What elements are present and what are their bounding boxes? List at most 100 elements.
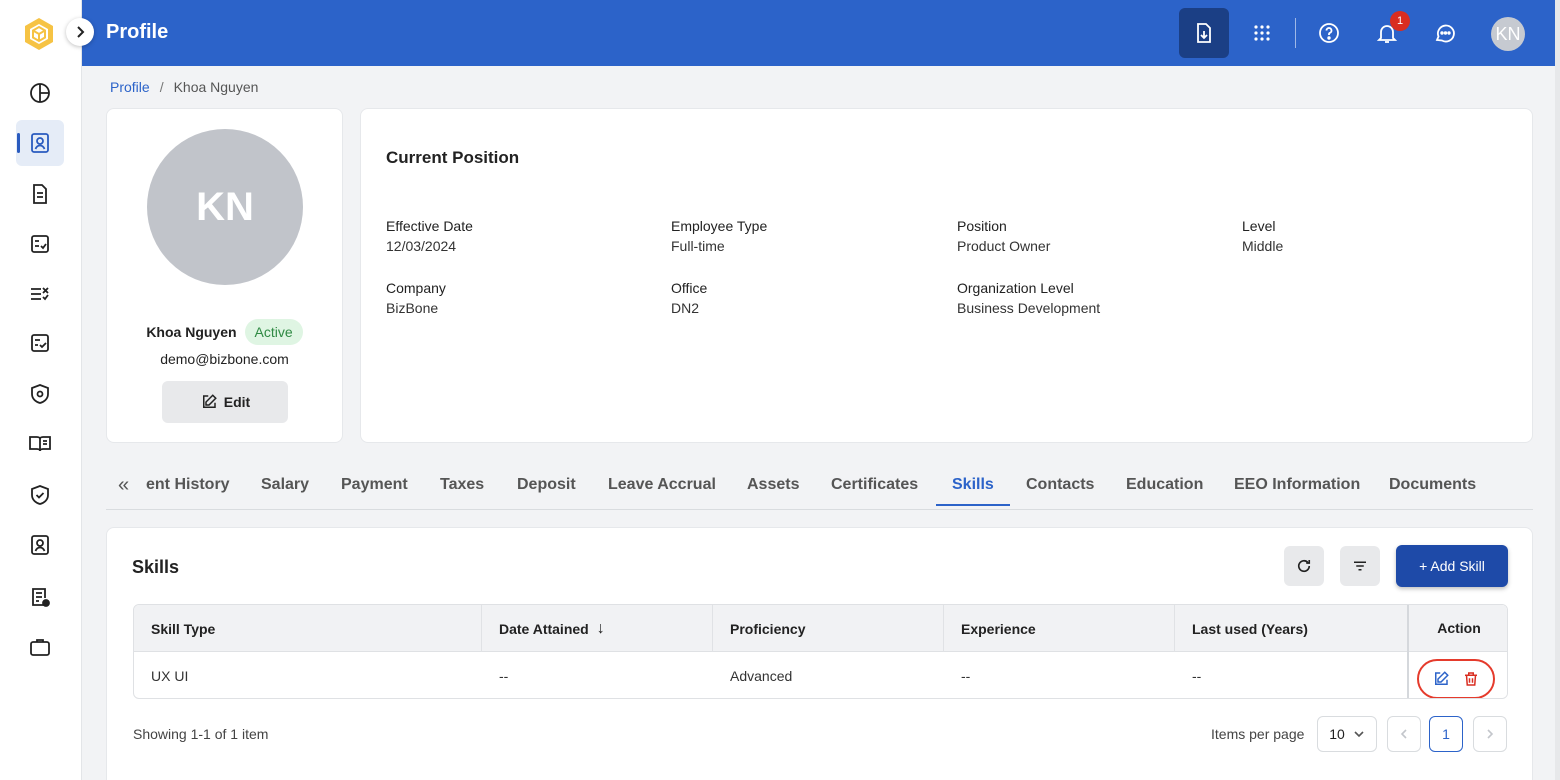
field-label: Office: [671, 280, 708, 296]
security-badge-icon: [31, 384, 49, 404]
sidebar-item-handbook[interactable]: [16, 421, 64, 467]
sidebar-item-jobs[interactable]: [16, 624, 64, 670]
column-header-last-used[interactable]: Last used (Years): [1175, 605, 1407, 652]
tabs-scroll-left-button[interactable]: «: [118, 474, 129, 497]
sidebar-item-reports[interactable]: [16, 574, 64, 620]
column-header-date-attained[interactable]: Date Attained ↓: [482, 605, 713, 652]
skills-card: Skills + Add Skill Skill Type Date Attai…: [106, 527, 1533, 780]
field-value: 12/03/2024: [386, 238, 457, 254]
breadcrumb: Profile / Khoa Nguyen: [110, 79, 258, 95]
field-label: Effective Date: [386, 218, 473, 234]
tab-salary[interactable]: Salary: [261, 476, 309, 494]
tab-leave-accrual[interactable]: Leave Accrual: [608, 476, 716, 494]
tab-deposit[interactable]: Deposit: [517, 476, 576, 494]
dashboard-icon: [30, 83, 50, 103]
tab-taxes[interactable]: Taxes: [440, 476, 484, 494]
filter-button[interactable]: [1340, 546, 1380, 586]
field-position: Position Product Owner: [957, 218, 1050, 254]
row-actions: [1417, 659, 1495, 698]
tab-contacts[interactable]: Contacts: [1026, 476, 1094, 494]
sidebar-item-tasks[interactable]: [16, 271, 64, 317]
column-header-skill-type[interactable]: Skill Type: [134, 605, 482, 652]
sidebar-item-dashboard[interactable]: [16, 70, 64, 116]
field-office: Office DN2: [671, 280, 707, 316]
id-card-icon: [31, 535, 49, 555]
refresh-icon: [1297, 559, 1311, 573]
table-header: Skill Type Date Attained ↓ Proficiency E…: [134, 605, 1507, 652]
checklist-icon: [31, 235, 49, 253]
field-value: Middle: [1242, 238, 1284, 254]
column-header-proficiency[interactable]: Proficiency: [713, 605, 944, 652]
tab-employment-history[interactable]: ent History: [146, 476, 230, 494]
scrollbar[interactable]: [1555, 0, 1560, 780]
page-button-current[interactable]: 1: [1429, 716, 1463, 752]
cell-last-used: --: [1192, 667, 1202, 684]
edit-icon[interactable]: [1432, 670, 1450, 688]
sidebar-item-profile[interactable]: [16, 120, 64, 166]
active-tab-indicator: [936, 504, 1010, 506]
field-label: Organization Level: [957, 280, 1074, 296]
help-button[interactable]: [1304, 8, 1354, 58]
sidebar-item-security[interactable]: [16, 371, 64, 417]
field-label: Position: [957, 218, 1007, 234]
notification-badge: 1: [1390, 11, 1410, 31]
sidebar-item-employees[interactable]: [16, 522, 64, 568]
column-header-action: Action: [1409, 605, 1507, 652]
edit-icon: [202, 394, 217, 408]
skills-table: Skill Type Date Attained ↓ Proficiency E…: [133, 604, 1508, 699]
filter-icon: [1354, 561, 1366, 571]
chevron-right-icon: [77, 26, 85, 38]
tab-education[interactable]: Education: [1126, 476, 1203, 494]
trash-icon[interactable]: [1462, 670, 1480, 688]
shield-check-icon: [31, 485, 49, 505]
app-logo[interactable]: [22, 16, 56, 52]
sidebar-item-approvals[interactable]: [16, 320, 64, 366]
expand-sidebar-button[interactable]: [66, 18, 94, 46]
field-value: Business Development: [957, 300, 1101, 316]
pagination-summary: Showing 1-1 of 1 item: [133, 726, 269, 742]
briefcase-icon: [30, 639, 50, 656]
tab-payment[interactable]: Payment: [341, 476, 408, 494]
add-skill-button[interactable]: + Add Skill: [1396, 545, 1508, 587]
current-position-heading: Current Position: [386, 148, 520, 167]
field-value: Product Owner: [957, 238, 1051, 254]
edit-profile-button[interactable]: Edit: [162, 381, 288, 423]
sidebar-item-compliance[interactable]: [16, 472, 64, 518]
user-avatar[interactable]: KN: [1491, 17, 1525, 51]
field-organization-level: Organization Level Business Development: [957, 280, 1100, 316]
apps-button[interactable]: [1237, 8, 1287, 58]
download-button[interactable]: [1179, 8, 1229, 58]
apps-grid-icon: [1254, 25, 1270, 41]
chevron-down-icon: [1354, 731, 1364, 738]
tab-eeo-information[interactable]: EEO Information: [1234, 476, 1360, 494]
column-header-label: Date Attained: [499, 620, 589, 637]
skills-heading: Skills: [132, 557, 180, 577]
messages-button[interactable]: [1420, 8, 1470, 58]
tab-certificates[interactable]: Certificates: [831, 476, 918, 494]
breadcrumb-profile-link[interactable]: Profile: [110, 79, 150, 95]
items-per-page-select[interactable]: 10: [1317, 716, 1377, 752]
tab-skills[interactable]: Skills: [952, 476, 994, 494]
profile-name-row: Khoa Nguyen Active: [107, 319, 342, 345]
field-label: Level: [1242, 218, 1276, 234]
tasks-icon: [31, 287, 49, 301]
field-employee-type: Employee Type Full-time: [671, 218, 767, 254]
tab-documents[interactable]: Documents: [1389, 476, 1476, 494]
sort-desc-icon: ↓: [596, 619, 605, 637]
cell-date-attained: --: [499, 667, 509, 684]
refresh-button[interactable]: [1284, 546, 1324, 586]
tab-assets[interactable]: Assets: [747, 476, 799, 494]
column-header-experience[interactable]: Experience: [944, 605, 1175, 652]
download-icon: [1197, 23, 1211, 43]
sidebar-item-checklist[interactable]: [16, 221, 64, 267]
sidebar-item-documents[interactable]: [16, 171, 64, 217]
previous-page-button[interactable]: [1387, 716, 1421, 752]
current-position-card: Current Position Effective Date 12/03/20…: [360, 108, 1533, 443]
items-per-page-value: 10: [1329, 726, 1345, 742]
next-page-button[interactable]: [1473, 716, 1507, 752]
field-value: DN2: [671, 300, 700, 316]
chevron-right-icon: [1487, 729, 1494, 739]
field-level: Level Middle: [1242, 218, 1283, 254]
profile-avatar: KN: [147, 129, 303, 285]
profile-name: Khoa Nguyen: [146, 324, 237, 340]
